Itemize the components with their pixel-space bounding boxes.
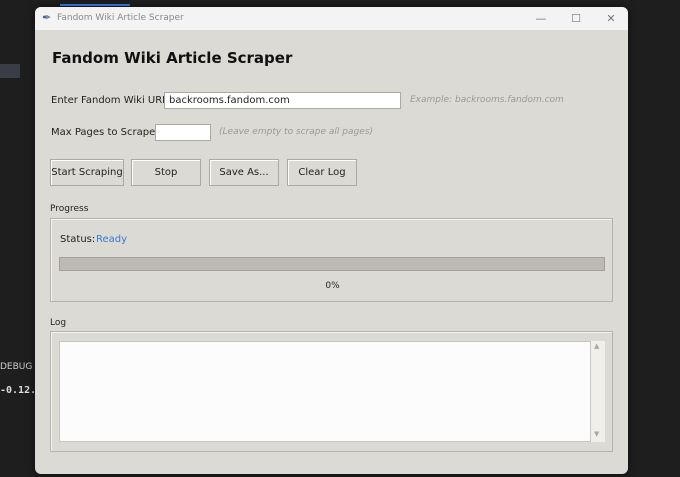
- max-pages-label: Max Pages to Scrape:: [51, 127, 159, 138]
- log-frame: ▲ ▼: [50, 331, 613, 452]
- clear-log-button[interactable]: Clear Log: [287, 159, 357, 186]
- start-scraping-button[interactable]: Start Scraping: [50, 159, 124, 186]
- stop-button[interactable]: Stop: [131, 159, 201, 186]
- scroll-up-arrow-icon[interactable]: ▲: [594, 342, 599, 350]
- sidebar-highlight: [0, 64, 20, 78]
- status-label: Status:: [60, 234, 96, 245]
- feather-icon: ✒: [42, 11, 52, 24]
- progress-section-label: Progress: [50, 204, 89, 214]
- progress-bar: [59, 257, 605, 271]
- url-hint: Example: backrooms.fandom.com: [410, 95, 564, 105]
- maximize-button[interactable]: ☐: [561, 10, 591, 28]
- save-as-button[interactable]: Save As...: [209, 159, 279, 186]
- url-input[interactable]: backrooms.fandom.com: [164, 92, 401, 109]
- minimize-button[interactable]: —: [526, 10, 556, 28]
- terminal-text: -0.12.: [0, 385, 37, 396]
- url-label: Enter Fandom Wiki URL:: [51, 95, 172, 106]
- app-window: ✒ Fandom Wiki Article Scraper — ☐ ✕ Fand…: [35, 7, 628, 474]
- log-textarea[interactable]: [59, 341, 591, 442]
- title-bar[interactable]: ✒ Fandom Wiki Article Scraper — ☐ ✕: [35, 7, 628, 30]
- window-title: Fandom Wiki Article Scraper: [57, 13, 184, 23]
- progress-frame: Status: Ready 0%: [50, 218, 613, 302]
- close-button[interactable]: ✕: [596, 10, 626, 28]
- status-value: Ready: [96, 234, 128, 245]
- max-pages-hint: (Leave empty to scrape all pages): [219, 127, 373, 137]
- page-title: Fandom Wiki Article Scraper: [52, 49, 293, 67]
- editor-tab-indicator: [60, 4, 130, 6]
- progress-percent: 0%: [325, 281, 340, 291]
- log-scrollbar[interactable]: ▲ ▼: [591, 341, 605, 442]
- scroll-down-arrow-icon[interactable]: ▼: [594, 430, 599, 438]
- log-section-label: Log: [50, 318, 67, 328]
- max-pages-input[interactable]: [155, 124, 211, 141]
